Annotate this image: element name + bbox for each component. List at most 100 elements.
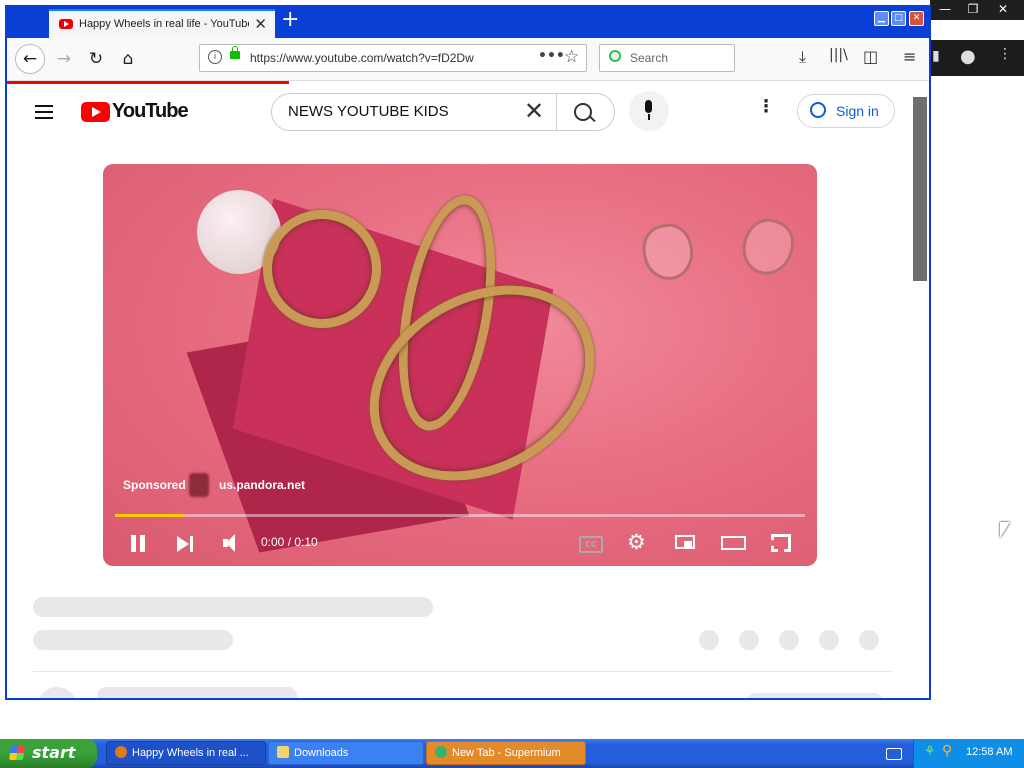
lock-icon [230, 46, 240, 59]
page-load-progress [7, 81, 289, 84]
start-label: start [32, 743, 76, 762]
youtube-play-icon [81, 102, 110, 122]
tab-youtube[interactable]: Happy Wheels in real life - YouTube ✕ [49, 9, 275, 40]
action-skeleton [699, 630, 719, 650]
sign-in-label: Sign in [836, 103, 879, 119]
taskbar: start Happy Wheels in real ... Downloads… [0, 739, 1024, 768]
downloads-icon[interactable]: ⤓ [799, 47, 806, 67]
tab-title: Happy Wheels in real life - YouTube [79, 18, 249, 30]
maximize-button[interactable]: □ [891, 11, 906, 26]
background-toolbar: ▮ ● ⋮ [930, 40, 1024, 76]
youtube-logo-text: YouTube [112, 100, 189, 122]
sign-in-button[interactable]: Sign in [797, 94, 895, 128]
search-divider [556, 94, 557, 130]
task-label: Happy Wheels in real ... [132, 747, 249, 759]
site-info-icon[interactable]: i [208, 50, 222, 64]
mouse-cursor-icon [1000, 522, 1010, 538]
task-label: New Tab - Supermium [452, 747, 561, 759]
bg-close-button[interactable]: ✕ [988, 0, 1018, 20]
taskbar-item-firefox[interactable]: Happy Wheels in real ... [106, 741, 266, 765]
reload-button[interactable]: ↻ [83, 46, 109, 72]
firefox-icon [115, 746, 127, 758]
search-icon[interactable] [574, 103, 592, 121]
firefox-window: Happy Wheels in real life - YouTube ✕ + … [5, 5, 931, 700]
seek-progress [115, 514, 184, 517]
settings-gear-icon[interactable]: ⚙ [627, 528, 649, 556]
miniplayer-button[interactable] [675, 528, 699, 556]
bg-restore-button[interactable]: ❐ [958, 0, 988, 20]
youtube-page: YouTube NEWS YOUTUBE KIDS ✕ · · · Sign in … [7, 81, 929, 698]
menu-kebab-icon[interactable]: ⋮ [998, 46, 1012, 62]
sidebar-toggle-icon[interactable]: ◫ [863, 47, 878, 66]
channel-skeleton [97, 687, 297, 698]
library-icon[interactable]: |||\ [829, 47, 848, 63]
action-skeleton [739, 630, 759, 650]
folder-icon [277, 746, 289, 758]
time-display: 0:00 / 0:10 [261, 535, 318, 549]
volume-icon[interactable] [221, 528, 243, 556]
youtube-logo[interactable]: YouTube [81, 100, 189, 123]
url-bar[interactable]: i https://www.youtube.com/watch?v=fD2Dw … [199, 44, 587, 72]
page-actions-icon[interactable]: ••• [538, 48, 565, 64]
video-frame-earring [734, 212, 802, 282]
navigation-toolbar: ← → ↻ ⌂ i https://www.youtube.com/watch?… [7, 38, 929, 81]
next-button[interactable] [175, 528, 195, 556]
action-skeleton [819, 630, 839, 650]
search-query[interactable]: NEWS YOUTUBE KIDS [288, 103, 449, 120]
start-button[interactable]: start [0, 739, 97, 768]
meta-skeleton [33, 630, 233, 650]
clock: 12:58 AM [966, 746, 1013, 758]
avatar-skeleton [37, 687, 77, 698]
pause-button[interactable] [130, 528, 148, 556]
tab-close-icon[interactable]: ✕ [254, 15, 267, 33]
sidebar-icon[interactable]: ▮ [932, 48, 940, 64]
guide-menu-icon[interactable] [35, 105, 53, 119]
search-engine-icon[interactable] [609, 50, 621, 62]
advertiser-logo[interactable] [189, 473, 209, 497]
settings-kebab-icon[interactable]: · · · [761, 93, 771, 121]
search-placeholder: Search [630, 51, 669, 65]
home-button[interactable]: ⌂ [115, 46, 141, 72]
profile-icon[interactable]: ● [960, 46, 976, 67]
keyboard-icon[interactable] [886, 748, 902, 760]
voice-search-icon[interactable] [629, 91, 669, 131]
youtube-search-box[interactable]: NEWS YOUTUBE KIDS ✕ [271, 93, 615, 131]
supermium-icon [435, 746, 447, 758]
section-divider [33, 671, 891, 672]
seek-bar[interactable] [115, 514, 805, 517]
close-button[interactable]: ✕ [909, 11, 924, 26]
fullscreen-button[interactable] [771, 528, 793, 556]
action-skeleton [859, 630, 879, 650]
windows-logo-icon [9, 746, 25, 760]
system-tray: ⚘ ⚲ 12:58 AM [913, 739, 1024, 768]
clear-search-icon[interactable]: ✕ [524, 97, 544, 125]
background-titlebar: — ❐ ✕ [930, 0, 1024, 20]
captions-button[interactable] [579, 528, 603, 556]
url-text[interactable]: https://www.youtube.com/watch?v=fD2Dw [250, 51, 510, 65]
subscribe-skeleton [747, 693, 883, 698]
network-icon[interactable]: ⚘ [924, 744, 936, 759]
new-tab-button[interactable]: + [281, 9, 299, 31]
back-button[interactable]: ← [15, 44, 45, 74]
menu-hamburger-icon[interactable]: ≡ [903, 47, 916, 66]
task-label: Downloads [294, 747, 349, 759]
taskbar-item-downloads[interactable]: Downloads [268, 741, 424, 765]
search-bar[interactable]: Search [599, 44, 735, 72]
page-scrollbar[interactable] [913, 97, 927, 281]
video-frame-earring [638, 220, 698, 284]
bg-minimize-button[interactable]: — [930, 0, 960, 20]
youtube-favicon-icon [59, 19, 73, 29]
title-skeleton [33, 597, 433, 617]
theater-mode-button[interactable] [721, 528, 747, 556]
background-browser-window: — ❐ ✕ ▮ ● ⋮ [930, 0, 1024, 700]
minimize-button[interactable]: ▁ [874, 11, 889, 26]
forward-button[interactable]: → [51, 46, 77, 72]
action-skeleton [779, 630, 799, 650]
ad-domain-link[interactable]: us.pandora.net [219, 478, 305, 492]
search-tray-icon[interactable]: ⚲ [942, 743, 952, 759]
bookmark-star-icon[interactable]: ☆ [564, 47, 579, 67]
taskbar-item-supermium[interactable]: New Tab - Supermium [426, 741, 586, 765]
sponsored-label: Sponsored [123, 478, 186, 492]
video-player[interactable]: Sponsored us.pandora.net 0:00 / 0:10 ⚙ [103, 164, 817, 566]
account-icon [810, 102, 826, 118]
